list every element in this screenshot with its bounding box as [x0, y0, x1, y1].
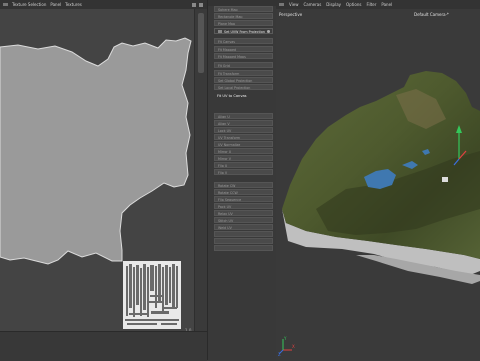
object-marker-icon	[442, 177, 448, 182]
menu-panel[interactable]: Panel	[50, 2, 61, 7]
pack-uv-button[interactable]: Pack UV	[214, 203, 273, 209]
menu-texture-selection[interactable]: Texture Selection	[12, 2, 46, 7]
option-dot-icon[interactable]	[267, 30, 270, 33]
menu-display[interactable]: Display	[326, 2, 341, 7]
axis-y-label: Y	[283, 336, 287, 341]
menu-panel-right[interactable]: Panel	[381, 2, 392, 7]
camera-name: Default Camera	[414, 12, 446, 17]
set-uvw-label: Set UVW From Projection	[224, 30, 265, 34]
uv-status-area	[0, 331, 207, 361]
stitch-uv-button[interactable]: Stitch UV	[214, 217, 273, 223]
uv-tools-panel: Sphere Map Rectangle Map Plane Map Set U…	[207, 0, 277, 360]
fit-transform-button[interactable]: Fit Transform	[214, 70, 273, 76]
viewport-3d[interactable]	[276, 9, 480, 360]
set-global-projection-button[interactable]: Set Global Projection	[214, 77, 273, 83]
mirror-u-button[interactable]: Mirror U	[214, 148, 273, 154]
tile-icon[interactable]	[199, 2, 203, 7]
lock-uv-button[interactable]: Lock UV	[214, 127, 273, 133]
align-v-button[interactable]: Align V	[214, 120, 273, 126]
sphere-map-button[interactable]: Sphere Map	[214, 6, 273, 12]
uv-transform-button[interactable]: UV Transform	[214, 134, 273, 140]
plane-map-button[interactable]: Plane Map	[214, 20, 273, 26]
flip-u-button[interactable]: Flip U	[214, 162, 273, 168]
set-uvw-from-projection-button[interactable]: Set UVW From Projection	[214, 28, 273, 34]
rectangle-map-button[interactable]: Rectangle Map	[214, 13, 273, 19]
viewport-panel: View Cameras Display Options Filter Pane…	[276, 0, 480, 360]
menu-filter[interactable]: Filter	[366, 2, 376, 7]
weld-uv-button[interactable]: Weld UV	[214, 224, 273, 230]
align-u-button[interactable]: Align U	[214, 113, 273, 119]
extra-tool-button-2[interactable]	[214, 238, 273, 244]
uv-scrollbar[interactable]	[194, 9, 208, 331]
rotate-ccw-button[interactable]: Rotate CCW	[214, 189, 273, 195]
fit-mapped-maps-button[interactable]: Fit Mapped Maps	[214, 53, 273, 59]
uv-scrollbar-thumb[interactable]	[198, 13, 204, 73]
relax-uv-button[interactable]: Relax UV	[214, 210, 273, 216]
mirror-v-button[interactable]: Mirror V	[214, 155, 273, 161]
axis-x-label: X	[292, 344, 295, 349]
menu-view[interactable]: View	[289, 2, 299, 7]
rotate-cw-button[interactable]: Rotate CW	[214, 182, 273, 188]
axis-indicator-icon: X Y Z	[278, 336, 295, 356]
flip-sequence-button[interactable]: Flip Sequence	[214, 196, 273, 202]
fit-uv-to-canvas-text: Fit UV to Canvas	[217, 94, 247, 98]
uv-canvas[interactable]: 1.0	[0, 9, 194, 333]
view-mode-label[interactable]: Perspective	[279, 12, 302, 17]
extra-tool-button-1[interactable]	[214, 231, 273, 237]
camera-mark: ·*	[445, 12, 449, 17]
uv-editor-panel: Texture Selection Panel Textures	[0, 0, 208, 361]
uv-island-shape[interactable]	[0, 37, 192, 265]
extra-tool-button-3[interactable]	[214, 245, 273, 251]
uv-island-map[interactable]	[0, 35, 194, 285]
set-local-projection-button[interactable]: Set Local Projection	[214, 84, 273, 90]
fit-grid-button[interactable]: Fit Grid	[214, 62, 273, 68]
menu-cameras[interactable]: Cameras	[304, 2, 322, 7]
texture-atlas-thumbnail	[123, 261, 181, 329]
fit-mapped-button[interactable]: Fit Mapped	[214, 46, 273, 52]
uv-normalize-button[interactable]: UV Normalize	[214, 141, 273, 147]
checkerboard-icon	[218, 30, 222, 33]
menu-textures[interactable]: Textures	[65, 2, 82, 7]
fit-uv-to-canvas-label[interactable]: Fit UV to Canvas	[217, 94, 247, 98]
fit-canvas-button[interactable]: Fit Canvas	[214, 38, 273, 44]
camera-label[interactable]: Default Camera·*	[414, 12, 449, 17]
panel-grip-icon[interactable]	[279, 3, 284, 6]
flip-v-button[interactable]: Flip V	[214, 169, 273, 175]
axis-z-label: Z	[278, 352, 281, 356]
menu-options[interactable]: Options	[346, 2, 361, 7]
panel-grip-icon[interactable]	[3, 3, 8, 6]
maximize-icon[interactable]	[192, 2, 196, 7]
